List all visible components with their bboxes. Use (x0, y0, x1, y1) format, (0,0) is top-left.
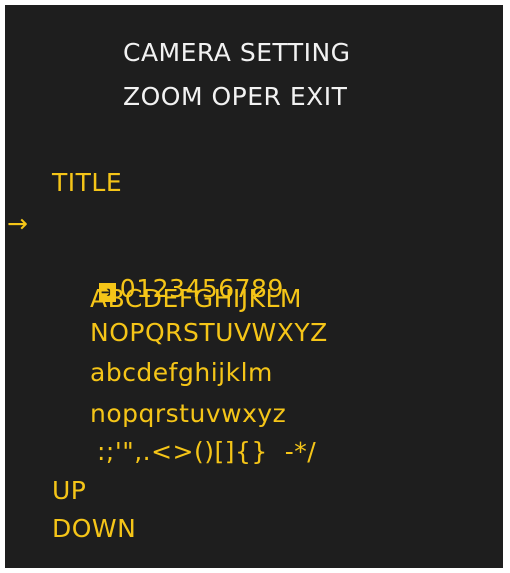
char-row-uppercase-n-z[interactable]: NOPQRSTUVWXYZ (90, 318, 328, 348)
camera-osd-screen: CAMERA SETTING ZOOM OPER EXIT TITLE → ➔ 0… (5, 5, 503, 568)
menu-header-title: CAMERA SETTING (123, 38, 351, 67)
right-arrow-icon: → (7, 209, 29, 238)
title-menu-item[interactable]: TITLE (52, 168, 122, 198)
up-menu-item[interactable]: UP (52, 476, 86, 506)
menu-header-subtitle: ZOOM OPER EXIT (123, 82, 348, 111)
char-row-lowercase-a-m[interactable]: abcdefghijklm (90, 358, 273, 388)
down-menu-item[interactable]: DOWN (52, 514, 136, 544)
char-row-uppercase-a-m[interactable]: ABCDEFGHIJKLM (90, 284, 302, 314)
char-row-symbols[interactable]: :;'",.<>()[]{} -*/ (97, 437, 316, 467)
char-row-lowercase-n-z[interactable]: nopqrstuvwxyz (90, 399, 286, 429)
